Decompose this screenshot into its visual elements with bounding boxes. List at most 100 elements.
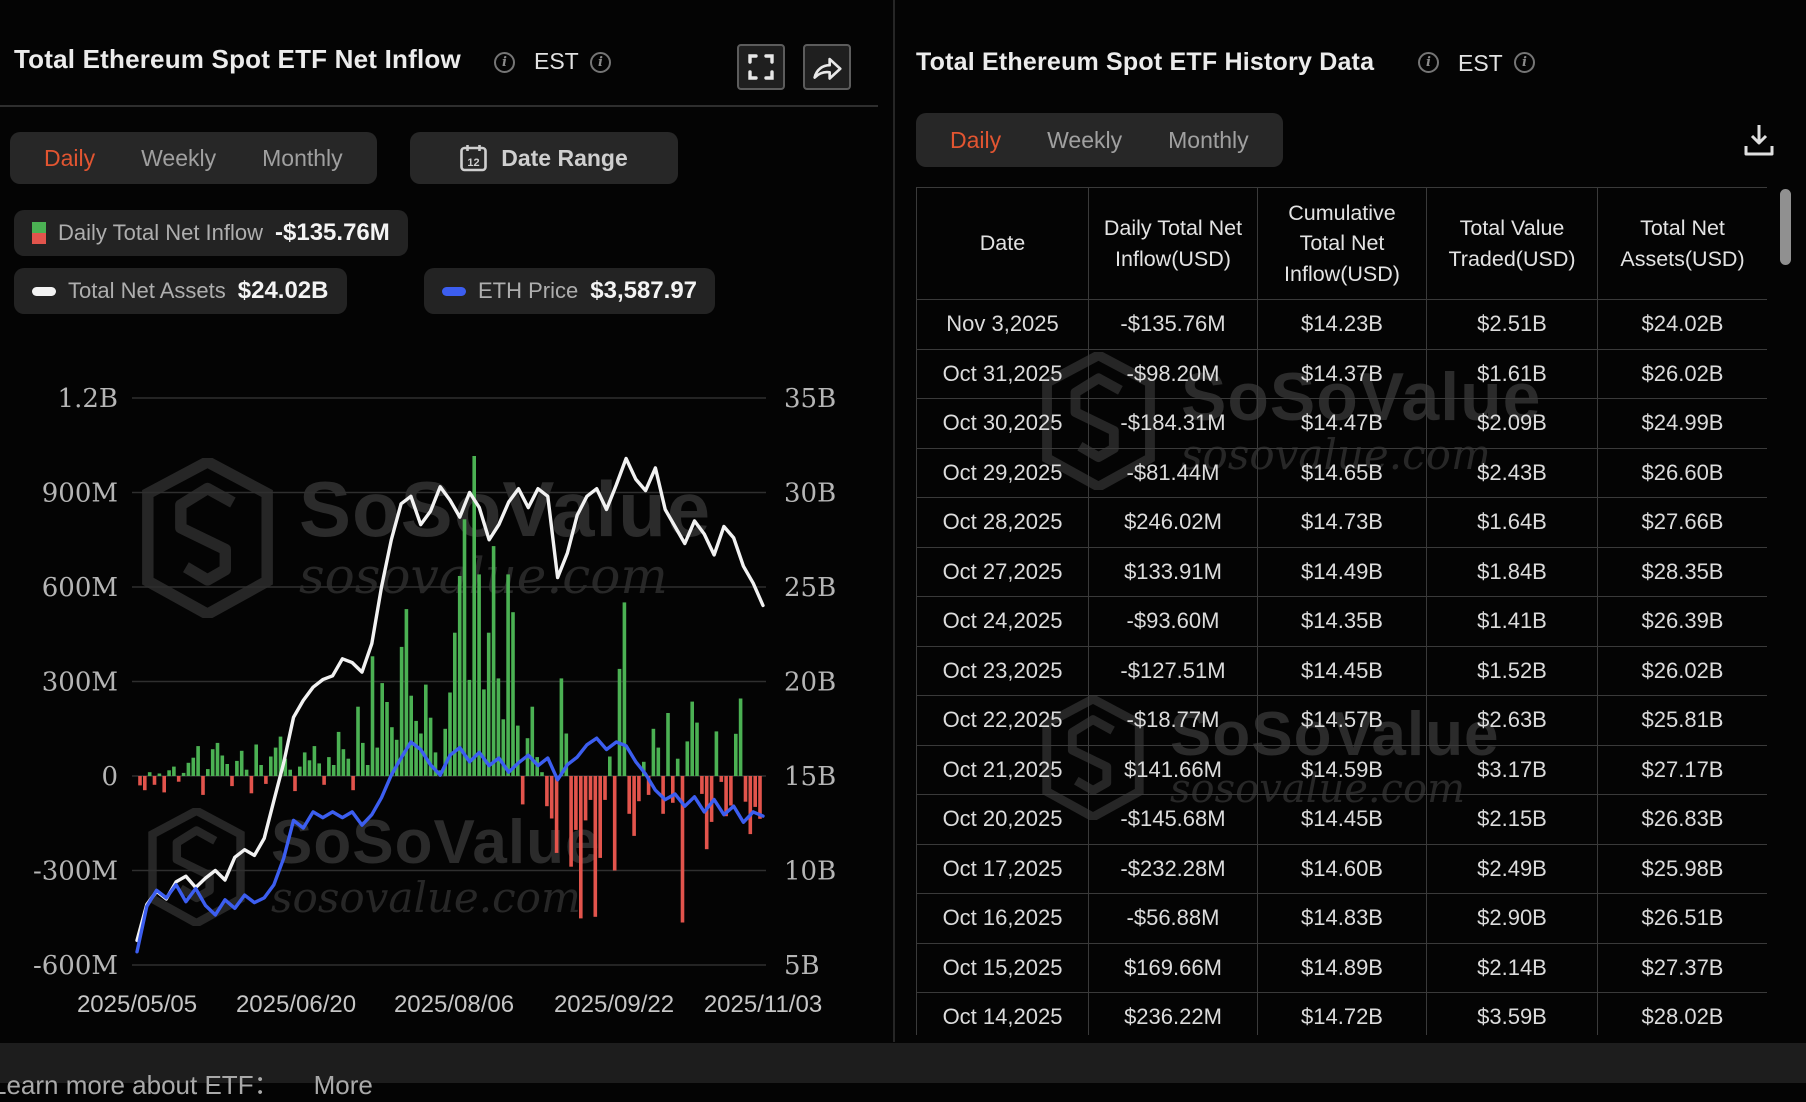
date-range-label: Date Range: [501, 145, 628, 172]
cell-date: Oct 28,2025: [917, 498, 1089, 548]
download-button[interactable]: [1742, 122, 1776, 163]
date-range-button[interactable]: 12 Date Range: [410, 132, 678, 184]
cell-daily-inflow: -$98.20M: [1089, 349, 1258, 399]
cell-value-traded: $2.15B: [1427, 795, 1598, 845]
cell-net-assets: $27.17B: [1598, 745, 1768, 795]
cell-net-assets: $27.66B: [1598, 498, 1768, 548]
cell-net-assets: $26.60B: [1598, 448, 1768, 498]
legend-label: Total Net Assets: [68, 278, 226, 304]
chart-period-tabs: Daily Weekly Monthly: [10, 132, 377, 184]
cell-date: Oct 14,2025: [917, 993, 1089, 1036]
left-axis-tick: -600M: [33, 951, 118, 981]
table-row: Oct 24,2025-$93.60M$14.35B$1.41B$26.39B: [917, 597, 1768, 647]
table-row: Oct 28,2025$246.02M$14.73B$1.64B$27.66B: [917, 498, 1768, 548]
cell-date: Oct 31,2025: [917, 349, 1089, 399]
cell-net-assets: $24.99B: [1598, 399, 1768, 449]
cell-date: Oct 27,2025: [917, 547, 1089, 597]
right-axis-tick: 20B: [784, 668, 836, 698]
left-axis-tick: 600M: [42, 573, 118, 603]
header-divider: [0, 105, 878, 107]
tab-monthly[interactable]: Monthly: [262, 145, 343, 172]
cell-daily-inflow: $246.02M: [1089, 498, 1258, 548]
tab-monthly[interactable]: Monthly: [1168, 127, 1249, 154]
cell-cumulative-inflow: $14.57B: [1258, 696, 1427, 746]
table-row: Oct 31,2025-$98.20M$14.37B$1.61B$26.02B: [917, 349, 1768, 399]
right-axis-tick: 30B: [784, 479, 836, 509]
cell-daily-inflow: -$18.77M: [1089, 696, 1258, 746]
history-table-container: Date Daily Total Net Inflow(USD) Cumulat…: [916, 187, 1767, 1035]
cell-date: Oct 24,2025: [917, 597, 1089, 647]
cell-value-traded: $1.52B: [1427, 646, 1598, 696]
column-header-date: Date: [917, 188, 1089, 300]
info-icon[interactable]: i: [1418, 52, 1439, 73]
cell-net-assets: $27.37B: [1598, 943, 1768, 993]
legend-label: Daily Total Net Inflow: [58, 220, 263, 246]
left-axis-tick: 900M: [42, 479, 118, 509]
cell-net-assets: $26.02B: [1598, 349, 1768, 399]
table-row: Oct 21,2025$141.66M$14.59B$3.17B$27.17B: [917, 745, 1768, 795]
left-axis-tick: 300M: [42, 668, 118, 698]
column-header-value-traded: Total Value Traded(USD): [1427, 188, 1598, 300]
right-axis-tick: 35B: [784, 384, 836, 414]
cell-net-assets: $28.02B: [1598, 993, 1768, 1036]
cell-date: Oct 15,2025: [917, 943, 1089, 993]
etf-net-inflow-chart[interactable]: 1.2B35B900M30B600M25B300M20B015B-300M10B…: [0, 360, 890, 1040]
table-row: Oct 14,2025$236.22M$14.72B$3.59B$28.02B: [917, 993, 1768, 1036]
cell-date: Oct 17,2025: [917, 844, 1089, 894]
table-row: Oct 29,2025-$81.44M$14.65B$2.43B$26.60B: [917, 448, 1768, 498]
legend-daily-net-inflow[interactable]: Daily Total Net Inflow -$135.76M: [14, 210, 408, 256]
tab-weekly[interactable]: Weekly: [1047, 127, 1122, 154]
left-axis-tick: 1.2B: [58, 384, 118, 414]
cell-daily-inflow: -$135.76M: [1089, 300, 1258, 350]
cell-cumulative-inflow: $14.49B: [1258, 547, 1427, 597]
cell-cumulative-inflow: $14.65B: [1258, 448, 1427, 498]
cell-cumulative-inflow: $14.35B: [1258, 597, 1427, 647]
cell-cumulative-inflow: $14.83B: [1258, 894, 1427, 944]
tab-daily[interactable]: Daily: [44, 145, 95, 172]
x-axis-tick: 2025/11/03: [704, 991, 822, 1018]
cell-value-traded: $2.90B: [1427, 894, 1598, 944]
table-row: Oct 17,2025-$232.28M$14.60B$2.49B$25.98B: [917, 844, 1768, 894]
table-scrollbar-thumb[interactable]: [1780, 189, 1791, 265]
left-axis-tick: 0: [101, 762, 118, 792]
table-period-tabs: Daily Weekly Monthly: [916, 113, 1283, 167]
footer-more-link[interactable]: More: [314, 1070, 373, 1100]
cell-value-traded: $2.63B: [1427, 696, 1598, 746]
share-button[interactable]: [803, 44, 851, 90]
tab-daily[interactable]: Daily: [950, 127, 1001, 154]
cell-daily-inflow: -$93.60M: [1089, 597, 1258, 647]
cell-date: Nov 3,2025: [917, 300, 1089, 350]
est-timezone-label: EST: [1458, 50, 1503, 77]
cell-net-assets: $28.35B: [1598, 547, 1768, 597]
cell-daily-inflow: -$184.31M: [1089, 399, 1258, 449]
cell-value-traded: $2.14B: [1427, 943, 1598, 993]
download-icon: [1742, 122, 1776, 158]
cell-daily-inflow: -$145.68M: [1089, 795, 1258, 845]
tab-weekly[interactable]: Weekly: [141, 145, 216, 172]
table-panel-title: Total Ethereum Spot ETF History Data: [916, 48, 1374, 77]
cell-date: Oct 21,2025: [917, 745, 1089, 795]
info-icon[interactable]: i: [1514, 52, 1535, 73]
assets-line-swatch-icon: [32, 287, 56, 296]
left-axis-tick: -300M: [33, 857, 118, 887]
cell-daily-inflow: $236.22M: [1089, 993, 1258, 1036]
calendar-icon: 12: [460, 144, 487, 172]
right-axis-tick: 15B: [784, 762, 836, 792]
panel-divider: [893, 0, 895, 1042]
cell-date: Oct 29,2025: [917, 448, 1089, 498]
cell-net-assets: $26.39B: [1598, 597, 1768, 647]
cell-daily-inflow: $133.91M: [1089, 547, 1258, 597]
info-icon[interactable]: i: [590, 52, 611, 73]
legend-total-net-assets[interactable]: Total Net Assets $24.02B: [14, 268, 347, 314]
cell-value-traded: $1.61B: [1427, 349, 1598, 399]
cell-value-traded: $1.64B: [1427, 498, 1598, 548]
history-data-panel: Total Ethereum Spot ETF History Data i E…: [896, 0, 1806, 1042]
table-row: Oct 27,2025$133.91M$14.49B$1.84B$28.35B: [917, 547, 1768, 597]
cell-value-traded: $2.51B: [1427, 300, 1598, 350]
cell-cumulative-inflow: $14.72B: [1258, 993, 1427, 1036]
info-icon[interactable]: i: [494, 52, 515, 73]
cell-cumulative-inflow: $14.73B: [1258, 498, 1427, 548]
fullscreen-button[interactable]: [737, 44, 785, 90]
footer-text: Learn more about ETF：: [0, 1070, 280, 1100]
legend-eth-price[interactable]: ETH Price $3,587.97: [424, 268, 715, 314]
